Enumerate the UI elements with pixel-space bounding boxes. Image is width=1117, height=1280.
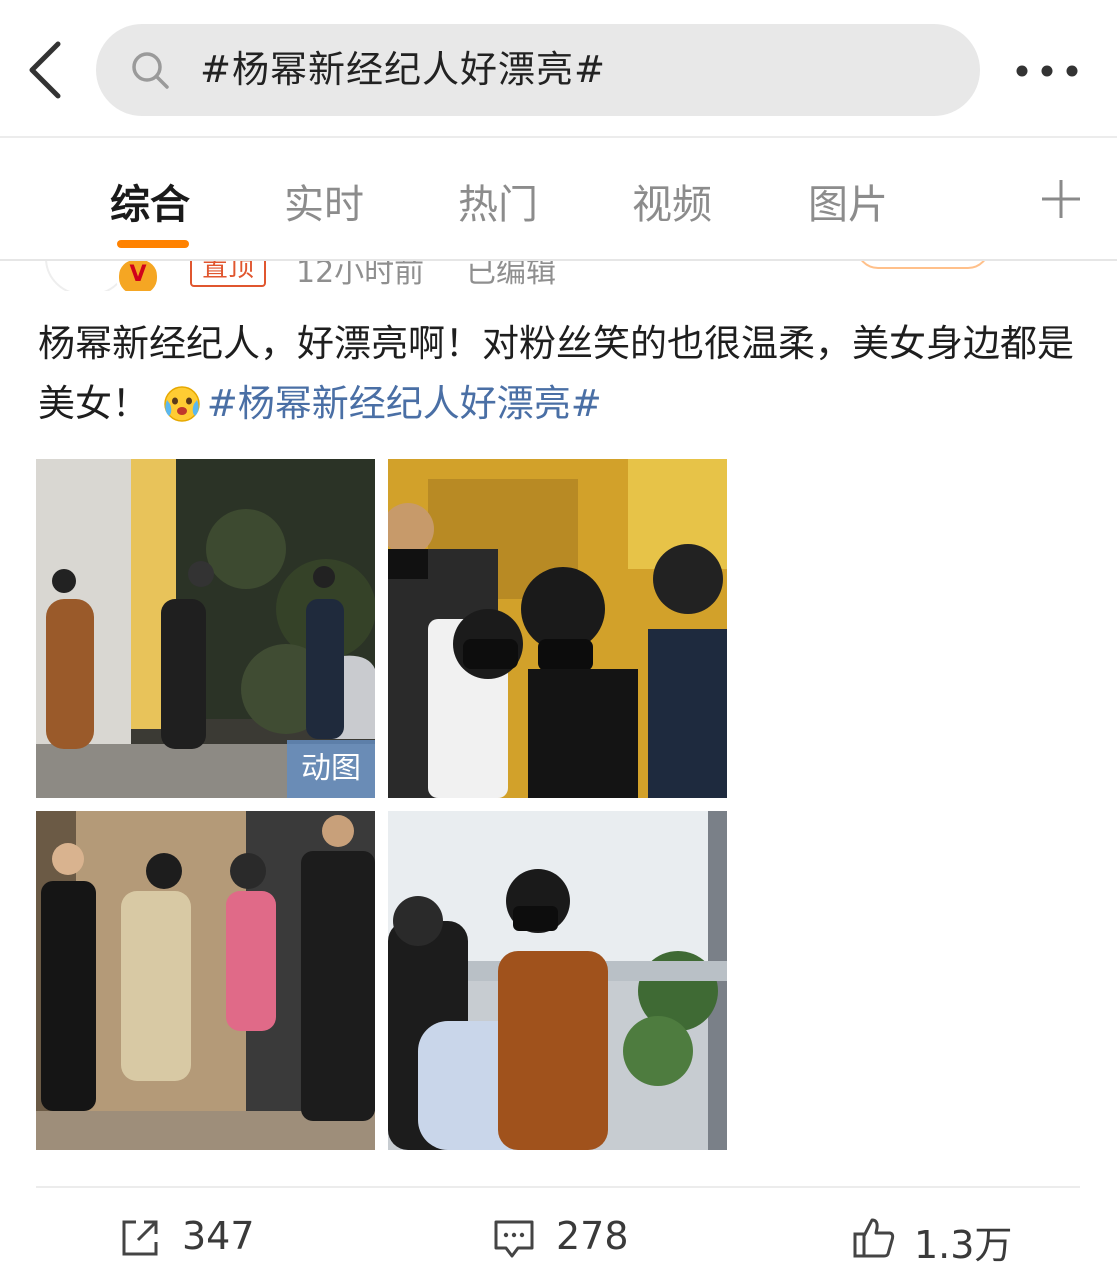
- top-bar: #杨幂新经纪人好漂亮#: [0, 0, 1117, 136]
- crying-face-emoji-icon: [164, 386, 200, 422]
- repost-count: 347: [182, 1214, 255, 1258]
- comment-button[interactable]: 278: [492, 1206, 692, 1276]
- tab-video[interactable]: 视频: [632, 172, 712, 230]
- active-tab-indicator: [117, 240, 189, 248]
- tab-hot[interactable]: 热门: [458, 172, 538, 230]
- back-arrow-icon[interactable]: [22, 38, 72, 102]
- search-input[interactable]: #杨幂新经纪人好漂亮#: [200, 24, 606, 116]
- more-options-icon[interactable]: [1010, 56, 1090, 86]
- post-content: 杨幂新经纪人，好漂亮啊！对粉丝笑的也很温柔，美女身边都是美女！ #杨幂新经纪人好…: [38, 314, 1078, 434]
- add-tab-icon[interactable]: [1040, 178, 1082, 220]
- comment-icon: [494, 1220, 534, 1258]
- post-image-3[interactable]: [36, 811, 375, 1150]
- like-count: 1.3万: [914, 1223, 1013, 1267]
- divider: [36, 1186, 1080, 1188]
- share-icon: [122, 1220, 158, 1256]
- post-time: 12小时前: [296, 261, 425, 290]
- tab-images[interactable]: 图片: [808, 172, 888, 230]
- tab-comprehensive[interactable]: 综合: [110, 172, 190, 230]
- post-meta-row: V 置顶 12小时前 已编辑: [0, 261, 1117, 291]
- hashtag-link[interactable]: #杨幂新经纪人好漂亮#: [207, 382, 602, 425]
- comment-count: 278: [556, 1214, 629, 1258]
- tab-bar: 综合 实时 热门 视频 图片: [0, 138, 1117, 260]
- like-button[interactable]: 1.3万: [852, 1206, 1072, 1276]
- verified-badge-icon: V: [116, 261, 160, 291]
- search-icon: [132, 52, 169, 89]
- post-image-1[interactable]: 动图: [36, 459, 375, 798]
- repost-button[interactable]: 347: [118, 1206, 318, 1276]
- post-image-4[interactable]: [388, 811, 727, 1150]
- gif-badge: 动图: [287, 740, 375, 798]
- follow-button[interactable]: [856, 261, 990, 269]
- post-image-2[interactable]: [388, 459, 727, 798]
- edited-label[interactable]: 已编辑: [466, 261, 556, 291]
- search-bar[interactable]: #杨幂新经纪人好漂亮#: [96, 24, 980, 116]
- thumbs-up-icon: [853, 1218, 895, 1258]
- pinned-badge: 置顶: [190, 261, 267, 287]
- tab-realtime[interactable]: 实时: [284, 172, 364, 230]
